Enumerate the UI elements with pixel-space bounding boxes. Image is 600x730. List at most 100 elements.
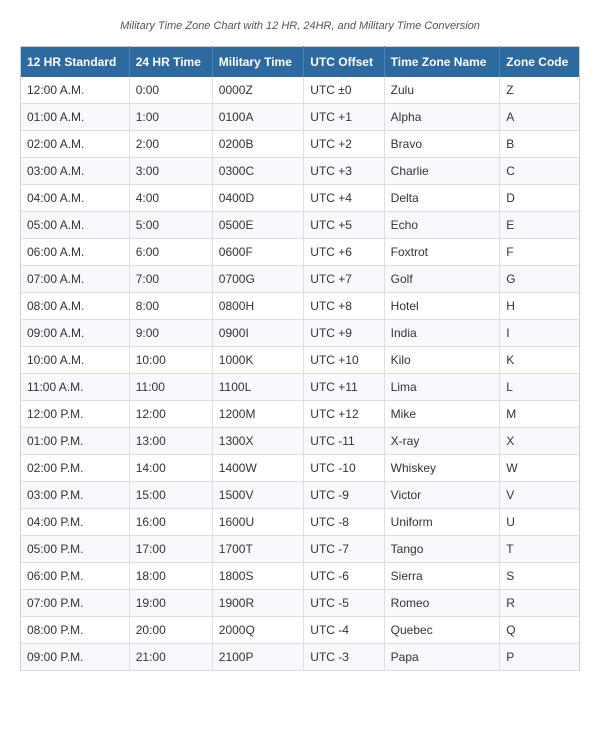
table-cell-13-4: X-ray [384, 428, 500, 455]
time-zone-table: 12 HR Standard24 HR TimeMilitary TimeUTC… [20, 46, 580, 671]
col-header-2: Military Time [212, 47, 304, 78]
table-cell-8-2: 0800H [212, 293, 304, 320]
table-cell-14-4: Whiskey [384, 455, 500, 482]
table-cell-16-3: UTC -8 [304, 509, 384, 536]
table-cell-6-5: F [500, 239, 580, 266]
table-cell-7-2: 0700G [212, 266, 304, 293]
table-cell-4-4: Delta [384, 185, 500, 212]
table-row: 03:00 A.M.3:000300CUTC +3CharlieC [21, 158, 580, 185]
table-cell-3-2: 0300C [212, 158, 304, 185]
table-cell-12-5: M [500, 401, 580, 428]
table-cell-0-2: 0000Z [212, 77, 304, 104]
table-cell-9-0: 09:00 A.M. [21, 320, 130, 347]
table-cell-14-3: UTC -10 [304, 455, 384, 482]
table-cell-6-3: UTC +6 [304, 239, 384, 266]
table-cell-6-1: 6:00 [129, 239, 212, 266]
table-cell-9-5: I [500, 320, 580, 347]
table-cell-4-0: 04:00 A.M. [21, 185, 130, 212]
table-cell-20-3: UTC -4 [304, 617, 384, 644]
table-row: 07:00 P.M.19:001900RUTC -5RomeoR [21, 590, 580, 617]
table-cell-16-4: Uniform [384, 509, 500, 536]
table-cell-6-2: 0600F [212, 239, 304, 266]
table-cell-15-2: 1500V [212, 482, 304, 509]
table-cell-10-1: 10:00 [129, 347, 212, 374]
table-cell-8-4: Hotel [384, 293, 500, 320]
table-cell-3-0: 03:00 A.M. [21, 158, 130, 185]
table-cell-9-3: UTC +9 [304, 320, 384, 347]
table-cell-1-2: 0100A [212, 104, 304, 131]
table-cell-9-2: 0900I [212, 320, 304, 347]
table-cell-10-0: 10:00 A.M. [21, 347, 130, 374]
table-cell-2-5: B [500, 131, 580, 158]
table-row: 02:00 P.M.14:001400WUTC -10WhiskeyW [21, 455, 580, 482]
table-cell-3-5: C [500, 158, 580, 185]
table-row: 05:00 P.M.17:001700TUTC -7TangoT [21, 536, 580, 563]
table-row: 04:00 A.M.4:000400DUTC +4DeltaD [21, 185, 580, 212]
table-row: 05:00 A.M.5:000500EUTC +5EchoE [21, 212, 580, 239]
table-cell-6-0: 06:00 A.M. [21, 239, 130, 266]
table-cell-5-4: Echo [384, 212, 500, 239]
table-cell-19-2: 1900R [212, 590, 304, 617]
table-cell-1-0: 01:00 A.M. [21, 104, 130, 131]
table-row: 08:00 P.M.20:002000QUTC -4QuebecQ [21, 617, 580, 644]
table-cell-0-5: Z [500, 77, 580, 104]
table-cell-0-4: Zulu [384, 77, 500, 104]
col-header-3: UTC Offset [304, 47, 384, 78]
table-cell-16-5: U [500, 509, 580, 536]
table-cell-15-0: 03:00 P.M. [21, 482, 130, 509]
table-cell-18-4: Sierra [384, 563, 500, 590]
table-cell-11-2: 1100L [212, 374, 304, 401]
table-header-row: 12 HR Standard24 HR TimeMilitary TimeUTC… [21, 47, 580, 78]
table-cell-11-4: Lima [384, 374, 500, 401]
table-cell-19-5: R [500, 590, 580, 617]
table-cell-21-0: 09:00 P.M. [21, 644, 130, 671]
col-header-5: Zone Code [500, 47, 580, 78]
table-cell-5-1: 5:00 [129, 212, 212, 239]
table-cell-20-0: 08:00 P.M. [21, 617, 130, 644]
table-cell-3-4: Charlie [384, 158, 500, 185]
table-cell-14-2: 1400W [212, 455, 304, 482]
table-cell-13-2: 1300X [212, 428, 304, 455]
table-cell-19-4: Romeo [384, 590, 500, 617]
table-cell-9-1: 9:00 [129, 320, 212, 347]
table-cell-16-0: 04:00 P.M. [21, 509, 130, 536]
table-cell-10-5: K [500, 347, 580, 374]
table-cell-17-4: Tango [384, 536, 500, 563]
table-cell-11-1: 11:00 [129, 374, 212, 401]
table-cell-18-3: UTC -6 [304, 563, 384, 590]
table-cell-17-5: T [500, 536, 580, 563]
table-cell-6-4: Foxtrot [384, 239, 500, 266]
table-cell-20-1: 20:00 [129, 617, 212, 644]
table-cell-18-5: S [500, 563, 580, 590]
table-cell-14-5: W [500, 455, 580, 482]
table-cell-16-1: 16:00 [129, 509, 212, 536]
table-row: 04:00 P.M.16:001600UUTC -8UniformU [21, 509, 580, 536]
table-cell-1-4: Alpha [384, 104, 500, 131]
table-cell-13-0: 01:00 P.M. [21, 428, 130, 455]
table-cell-21-2: 2100P [212, 644, 304, 671]
table-cell-15-4: Victor [384, 482, 500, 509]
table-cell-19-0: 07:00 P.M. [21, 590, 130, 617]
table-cell-17-2: 1700T [212, 536, 304, 563]
table-cell-2-3: UTC +2 [304, 131, 384, 158]
table-cell-19-3: UTC -5 [304, 590, 384, 617]
table-cell-0-3: UTC ±0 [304, 77, 384, 104]
table-cell-4-5: D [500, 185, 580, 212]
table-cell-5-2: 0500E [212, 212, 304, 239]
table-cell-20-5: Q [500, 617, 580, 644]
table-cell-7-4: Golf [384, 266, 500, 293]
table-row: 12:00 A.M.0:000000ZUTC ±0ZuluZ [21, 77, 580, 104]
table-cell-11-3: UTC +11 [304, 374, 384, 401]
table-cell-5-5: E [500, 212, 580, 239]
table-row: 07:00 A.M.7:000700GUTC +7GolfG [21, 266, 580, 293]
table-cell-10-4: Kilo [384, 347, 500, 374]
table-cell-12-0: 12:00 P.M. [21, 401, 130, 428]
table-cell-0-1: 0:00 [129, 77, 212, 104]
table-cell-15-3: UTC -9 [304, 482, 384, 509]
table-cell-5-0: 05:00 A.M. [21, 212, 130, 239]
table-cell-11-5: L [500, 374, 580, 401]
table-cell-10-3: UTC +10 [304, 347, 384, 374]
table-cell-15-5: V [500, 482, 580, 509]
table-cell-21-5: P [500, 644, 580, 671]
table-cell-7-1: 7:00 [129, 266, 212, 293]
